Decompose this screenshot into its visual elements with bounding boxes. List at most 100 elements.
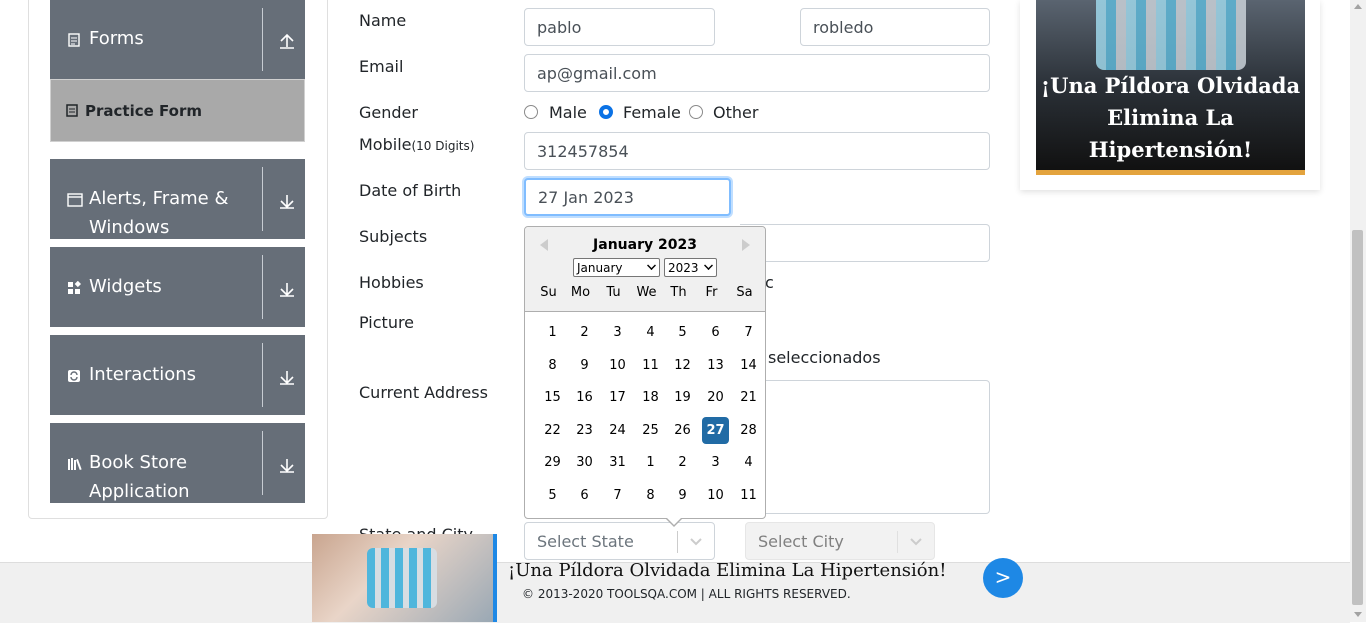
gender-female-radio[interactable] (599, 105, 613, 119)
mobile-input[interactable]: 312457854 (524, 132, 990, 170)
last-name-input[interactable]: robledo (800, 8, 990, 46)
first-name-input[interactable]: pablo (524, 8, 715, 46)
ad-bottom-headline[interactable]: ¡Una Píldora Olvidada Elimina La Hiperte… (508, 560, 946, 581)
calendar-day[interactable]: 16 (571, 384, 598, 411)
expand-arrow-icon[interactable] (278, 456, 296, 474)
calendar-day[interactable]: 6 (702, 319, 729, 346)
sidebar-group-label: Book Store (89, 452, 188, 473)
calendar-day[interactable]: 29 (539, 449, 566, 476)
calendar-day[interactable]: 26 (669, 417, 696, 444)
gender-other-radio[interactable] (689, 105, 703, 119)
city-select[interactable]: Select City (745, 522, 935, 560)
calendar-day[interactable]: 14 (735, 352, 762, 379)
sidebar-group-forms[interactable]: Forms (50, 0, 305, 79)
calendar-day-outside[interactable]: 8 (637, 482, 664, 509)
weekday-header: Sa (736, 285, 753, 300)
calendar-day[interactable]: 1 (539, 319, 566, 346)
sidebar-group-interactions[interactable]: Interactions (50, 335, 305, 415)
weekday-header: Th (670, 285, 687, 300)
datepicker-pointer-inner (667, 518, 681, 525)
calendar-day-outside[interactable]: 6 (571, 482, 598, 509)
calendar-day[interactable]: 11 (637, 352, 664, 379)
pill-graphic (367, 548, 437, 608)
calendar-day-outside[interactable]: 2 (669, 449, 696, 476)
calendar-day-outside[interactable]: 9 (669, 482, 696, 509)
sidebar-group-label-line2: Application (89, 481, 190, 502)
ad-bottom-image[interactable] (312, 534, 497, 622)
calendar-day[interactable]: 13 (702, 352, 729, 379)
calendar-day[interactable]: 25 (637, 417, 664, 444)
gender-female-label[interactable]: Female (623, 103, 681, 122)
email-input[interactable]: ap@gmail.com (524, 54, 990, 92)
calendar-day-outside[interactable]: 7 (604, 482, 631, 509)
gender-other-label[interactable]: Other (713, 103, 758, 122)
picture-label: Picture (359, 313, 415, 332)
weekday-header: Fr (705, 285, 718, 300)
address-textarea[interactable] (740, 380, 990, 514)
sync-icon (68, 370, 80, 382)
gender-male-radio[interactable] (524, 105, 538, 119)
calendar-day-outside[interactable]: 5 (539, 482, 566, 509)
address-label: Current Address (359, 383, 488, 402)
calendar-day[interactable]: 21 (735, 384, 762, 411)
email-value: ap@gmail.com (537, 63, 657, 83)
collapse-arrow-icon[interactable] (278, 32, 296, 50)
calendar-day[interactable]: 5 (669, 319, 696, 346)
calendar-day[interactable]: 15 (539, 384, 566, 411)
sidebar-item-label: Practice Form (85, 102, 202, 120)
calendar-day[interactable]: 19 (669, 384, 696, 411)
calendar-day[interactable]: 4 (637, 319, 664, 346)
month-select[interactable]: January (573, 258, 660, 277)
month-select-value: January (577, 260, 623, 275)
calendar-day[interactable]: 28 (735, 417, 762, 444)
sidebar-group-bookstore[interactable]: Book Store Application (50, 423, 305, 503)
chevron-down-icon (910, 538, 922, 546)
calendar-day[interactable]: 12 (669, 352, 696, 379)
hobby-partial-label[interactable]: c (765, 273, 774, 292)
expand-arrow-icon[interactable] (278, 192, 296, 210)
sidebar-group-alerts[interactable]: Alerts, Frame & Windows (50, 159, 305, 239)
calendar-day[interactable]: 9 (571, 352, 598, 379)
calendar-day-outside[interactable]: 11 (735, 482, 762, 509)
calendar-day[interactable]: 7 (735, 319, 762, 346)
calendar-day[interactable]: 27 (702, 417, 729, 444)
mobile-value: 312457854 (537, 141, 629, 161)
subjects-input[interactable] (740, 224, 990, 262)
calendar-day[interactable]: 8 (539, 352, 566, 379)
dob-input[interactable]: 27 Jan 2023 (524, 178, 731, 216)
calendar-day[interactable]: 30 (571, 449, 598, 476)
calendar-day[interactable]: 17 (604, 384, 631, 411)
expand-arrow-icon[interactable] (278, 280, 296, 298)
calendar-day[interactable]: 10 (604, 352, 631, 379)
calendar-day-outside[interactable]: 1 (637, 449, 664, 476)
email-label: Email (359, 57, 404, 76)
calendar-day[interactable]: 18 (637, 384, 664, 411)
calendar-day-outside[interactable]: 10 (702, 482, 729, 509)
ad-next-button[interactable]: > (983, 558, 1023, 598)
sidebar-item-practice-form[interactable]: Practice Form (50, 79, 305, 142)
scroll-down-arrow[interactable] (1354, 612, 1362, 617)
sidebar-group-widgets[interactable]: Widgets (50, 247, 305, 327)
state-select[interactable]: Select State (524, 522, 715, 560)
scrollbar-thumb[interactable] (1352, 230, 1363, 605)
gender-male-label[interactable]: Male (549, 103, 587, 122)
calendar-day[interactable]: 3 (604, 319, 631, 346)
calendar-day[interactable]: 23 (571, 417, 598, 444)
scroll-up-arrow[interactable] (1354, 4, 1362, 9)
calendar-day[interactable]: 31 (604, 449, 631, 476)
dob-label: Date of Birth (359, 181, 462, 200)
calendar-day[interactable]: 2 (571, 319, 598, 346)
ad-headline: ¡Una Píldora Olvidada Elimina La Hiperte… (1040, 73, 1301, 162)
calendar-day[interactable]: 24 (604, 417, 631, 444)
datepicker-popup: January 2023 January 2023 Su Mo Tu We Th Fr Sa… (524, 226, 766, 519)
calendar-day-outside[interactable]: 3 (702, 449, 729, 476)
calendar-day-outside[interactable]: 4 (735, 449, 762, 476)
year-select[interactable]: 2023 (664, 258, 717, 277)
ad-image[interactable]: ¡Una Píldora Olvidada Elimina La Hiperte… (1036, 0, 1305, 175)
calendar-day[interactable]: 22 (539, 417, 566, 444)
datepicker-month-title: January 2023 (593, 237, 697, 253)
books-icon (68, 458, 82, 471)
expand-arrow-icon[interactable] (278, 368, 296, 386)
gender-label: Gender (359, 103, 418, 122)
calendar-day[interactable]: 20 (702, 384, 729, 411)
